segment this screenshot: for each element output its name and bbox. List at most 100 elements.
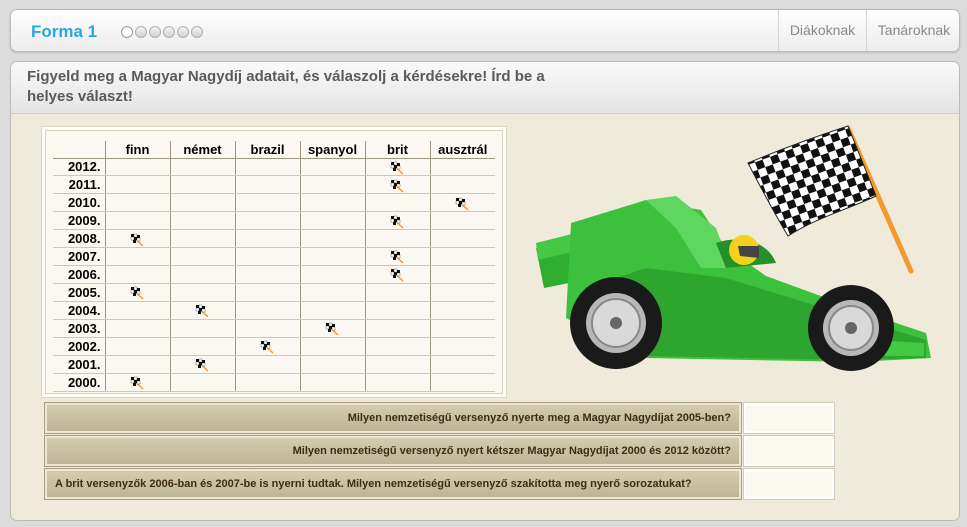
nationality-cell xyxy=(104,301,170,320)
table-row: 2008. xyxy=(53,229,495,249)
table-row: 2002. xyxy=(53,337,495,356)
nationality-cell xyxy=(104,283,170,302)
results-table-card: finn német brazil spanyol brit ausztrál … xyxy=(45,130,503,394)
nationality-cell xyxy=(364,158,430,177)
nationality-cell xyxy=(169,355,235,374)
checkered-flag-icon xyxy=(129,233,144,247)
nationality-cell xyxy=(429,158,495,177)
checkered-flag-icon xyxy=(259,340,274,354)
year-cell: 2002. xyxy=(53,337,105,356)
nationality-cell xyxy=(429,337,495,356)
checkered-flag-icon xyxy=(455,197,469,211)
year-cell: 2009. xyxy=(53,211,105,231)
year-cell: 2001. xyxy=(53,355,105,374)
table-row: 2001. xyxy=(53,355,495,374)
nationality-cell xyxy=(234,247,300,267)
year-cell: 2003. xyxy=(53,319,105,338)
nationality-cell xyxy=(104,175,170,195)
nationality-cell xyxy=(234,175,300,195)
table-row: 2003. xyxy=(53,319,495,338)
nationality-cell xyxy=(299,355,365,374)
year-cell: 2010. xyxy=(53,193,105,213)
checkered-flag-icon xyxy=(129,376,144,390)
question-row-3: A brit versenyzők 2006-ban és 2007-be is… xyxy=(45,469,835,499)
progress-dot-5[interactable] xyxy=(177,26,189,38)
table-row: 2000. xyxy=(53,373,495,392)
checkered-flag-icon xyxy=(389,179,404,193)
year-cell: 2011. xyxy=(53,175,105,195)
year-cell: 2000. xyxy=(53,373,105,392)
nationality-cell xyxy=(429,283,495,302)
checkered-flag-icon xyxy=(389,215,404,229)
lesson-title: Forma 1 xyxy=(31,22,98,41)
nationality-cell xyxy=(299,265,365,285)
rear-wheel xyxy=(570,277,662,369)
instruction-text: Figyeld meg a Magyar Nagydíj adatait, és… xyxy=(27,68,545,105)
nationality-cell xyxy=(364,229,430,249)
nationality-cell xyxy=(299,301,365,320)
answer-input-2[interactable] xyxy=(744,436,834,466)
nationality-cell xyxy=(169,247,235,267)
answer-input-3[interactable] xyxy=(744,469,834,499)
nationality-cell xyxy=(364,247,430,267)
progress-dot-6[interactable] xyxy=(191,26,203,38)
nationality-cell xyxy=(169,265,235,285)
nationality-cell xyxy=(169,211,235,231)
nationality-cell xyxy=(364,301,430,320)
nationality-cell xyxy=(234,319,300,338)
nav-teachers[interactable]: Tanároknak xyxy=(866,10,961,51)
checkered-flag-icon xyxy=(194,358,209,372)
progress-dot-4[interactable] xyxy=(163,26,175,38)
nationality-cell xyxy=(169,373,235,392)
nationality-cell xyxy=(169,337,235,356)
question-label-1: Milyen nemzetiségű versenyző nyerte meg … xyxy=(45,403,741,433)
checkered-flag-icon xyxy=(194,305,209,318)
nationality-cell xyxy=(234,229,300,249)
race-car-illustration xyxy=(536,125,931,371)
nationality-cell xyxy=(299,229,365,249)
column-header: brit xyxy=(364,141,430,159)
nationality-cell xyxy=(299,283,365,302)
nationality-cell xyxy=(364,319,430,338)
nationality-cell xyxy=(299,175,365,195)
nationality-cell xyxy=(429,229,495,249)
progress-dot-2[interactable] xyxy=(135,26,147,38)
progress-dot-3[interactable] xyxy=(149,26,161,38)
nationality-cell xyxy=(104,247,170,267)
nationality-cell xyxy=(104,337,170,356)
nationality-cell xyxy=(169,301,235,320)
nationality-cell xyxy=(104,193,170,213)
nationality-cell xyxy=(104,265,170,285)
table-row: 2009. xyxy=(53,211,495,231)
progress-dots xyxy=(121,26,203,38)
nationality-cell xyxy=(169,175,235,195)
answer-input-1[interactable] xyxy=(744,403,834,433)
year-cell: 2005. xyxy=(53,283,105,302)
nav-students[interactable]: Diákoknak xyxy=(778,10,866,51)
nationality-cell xyxy=(429,319,495,338)
column-header: brazil xyxy=(234,141,300,159)
nationality-cell xyxy=(169,229,235,249)
checkered-flag-icon xyxy=(389,251,404,264)
nationality-cell xyxy=(234,158,300,177)
question-label-3: A brit versenyzők 2006-ban és 2007-be is… xyxy=(45,469,741,499)
nationality-cell xyxy=(364,193,430,213)
front-wheel xyxy=(808,285,894,371)
nationality-cell xyxy=(234,283,300,302)
nationality-cell xyxy=(364,211,430,231)
question-row-1: Milyen nemzetiségű versenyző nyerte meg … xyxy=(45,403,835,433)
checkered-flag-icon xyxy=(389,161,404,175)
nationality-cell xyxy=(299,158,365,177)
nationality-cell xyxy=(429,247,495,267)
nationality-cell xyxy=(429,301,495,320)
nationality-cell xyxy=(104,211,170,231)
nationality-cell xyxy=(299,211,365,231)
nationality-cell xyxy=(364,283,430,302)
nationality-cell xyxy=(234,211,300,231)
table-row: 2011. xyxy=(53,175,495,195)
nationality-cell xyxy=(234,301,300,320)
nationality-cell xyxy=(429,211,495,231)
nationality-cell xyxy=(364,337,430,356)
exercise-header: Figyeld meg a Magyar Nagydíj adatait, és… xyxy=(11,62,959,114)
progress-dot-1[interactable] xyxy=(121,26,133,38)
